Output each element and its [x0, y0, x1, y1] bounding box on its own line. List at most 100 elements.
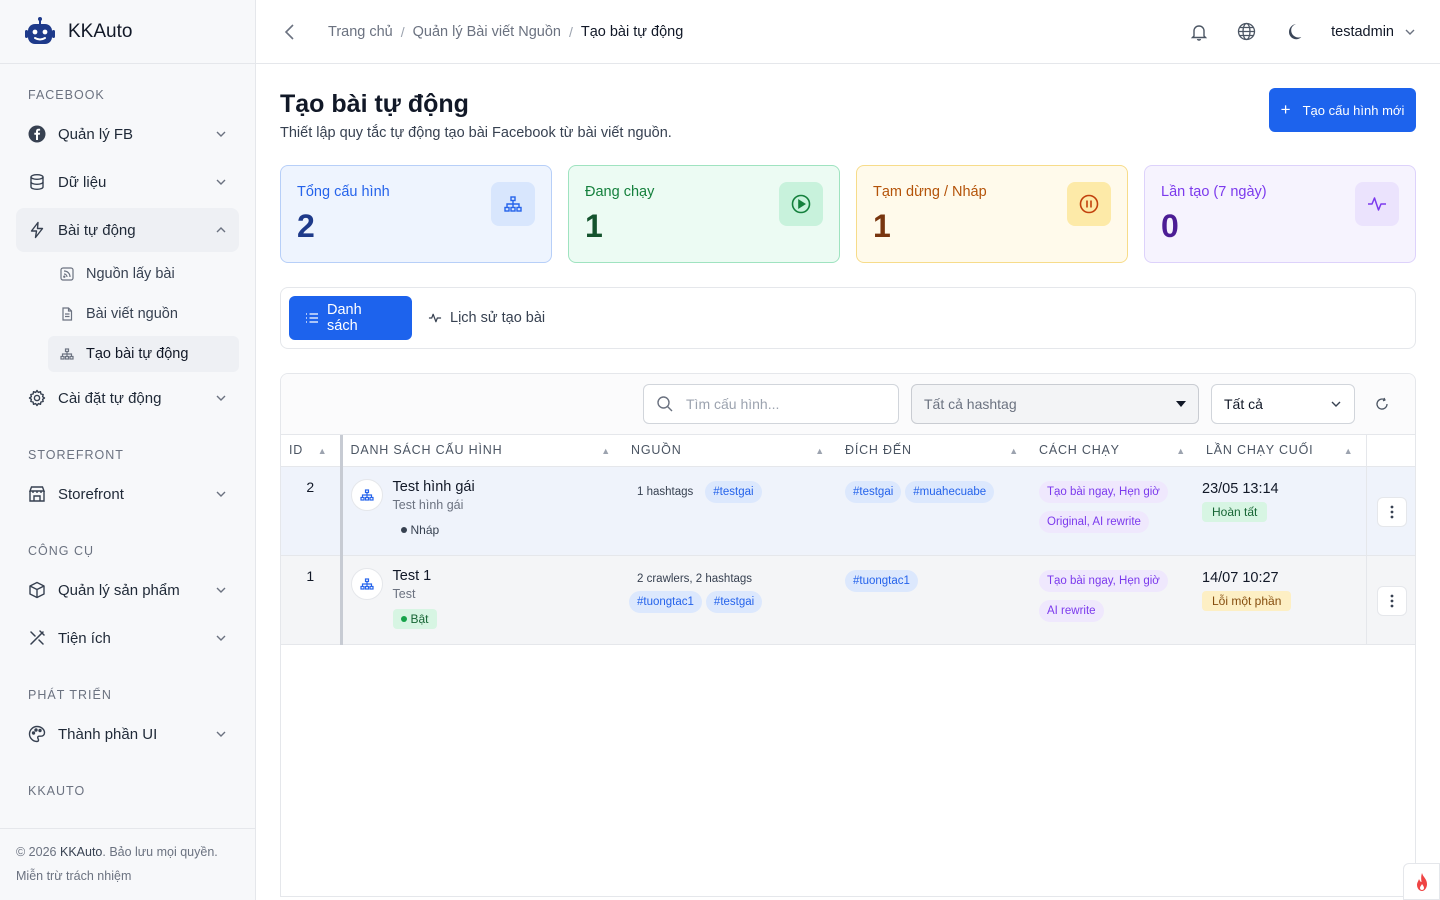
disclaimer-link[interactable]: Miễn trừ trách nhiệm	[16, 869, 239, 883]
new-config-button[interactable]: + Tạo cấu hình mới	[1269, 88, 1416, 132]
sidebar-item-auto-settings[interactable]: Cài đặt tự động	[16, 376, 239, 420]
column-header-label: ID	[289, 443, 304, 458]
section-label-dev: PHÁT TRIỂN	[28, 688, 112, 702]
sidebar-item-label: Bài tự động	[58, 221, 136, 239]
sort-up-icon: ▲	[1343, 446, 1354, 456]
globe-icon[interactable]	[1236, 22, 1256, 42]
run-cell: Tạo bài ngay, Hẹn giờ AI rewrite	[1031, 555, 1198, 645]
sort-up-icon: ▲	[1176, 446, 1186, 456]
result-badge: Hoàn tất	[1202, 501, 1268, 522]
chevron-down-icon	[216, 635, 226, 641]
breadcrumb-separator: /	[568, 23, 573, 40]
sidebar-item-label: Quản lý sản phẩm	[58, 581, 180, 599]
chevron-down-icon	[216, 395, 226, 401]
config-name[interactable]: Test hình gái	[393, 479, 475, 495]
more-vertical-icon[interactable]	[1376, 585, 1407, 616]
copyright-text: . Bảo lưu mọi quyền.	[102, 845, 218, 859]
sort-up-icon: ▲	[815, 446, 825, 456]
breadcrumb-source-posts[interactable]: Quản lý Bài viết Nguồn	[413, 24, 561, 40]
stat-card-running: Đang chạy 1	[568, 165, 840, 263]
config-cell: Test hình gái Test hình gái Nháp	[341, 466, 623, 556]
tab-label: Danh sách	[327, 302, 362, 334]
sidebar-subitem-sources[interactable]: Nguồn lấy bài	[48, 256, 239, 292]
chevron-down-icon	[216, 491, 226, 497]
config-name[interactable]: Test 1	[393, 568, 437, 584]
stat-card-created-7d: Lần tạo (7 ngày) 0	[1144, 165, 1416, 263]
rss-icon	[60, 267, 74, 281]
column-header-last-run[interactable]: LẦN CHẠY CUỐI ▲	[1198, 435, 1366, 467]
column-header-target[interactable]: ĐÍCH ĐẾN ▲	[837, 435, 1031, 467]
hashtag-chip: #testgai	[705, 480, 762, 503]
status-select-value: Tất cả	[1224, 396, 1263, 412]
bell-icon[interactable]	[1189, 22, 1209, 42]
sidebar-item-ui-components[interactable]: Thành phần UI	[16, 712, 239, 756]
file-icon	[60, 307, 74, 321]
sidebar-item-data[interactable]: Dữ liệu	[16, 160, 239, 204]
sidebar: KKAuto FACEBOOK Quản lý FB Dữ liệu Bài t…	[0, 0, 256, 900]
target-cell: #tuongtac1	[837, 555, 1031, 645]
brand[interactable]: KKAuto	[0, 0, 255, 64]
more-vertical-icon[interactable]	[1376, 496, 1407, 527]
status-label: Bật	[410, 611, 429, 626]
hashtag-chip: #testgai	[845, 480, 902, 503]
topbar-actions: testadmin	[1162, 22, 1416, 42]
refresh-icon[interactable]	[1375, 396, 1391, 412]
column-header-source[interactable]: NGUỒN ▲	[623, 435, 837, 467]
table-row[interactable]: 1 Test 1 Test Bật 2 crawlers, 2 hashtags…	[281, 555, 1415, 645]
moon-icon[interactable]	[1283, 22, 1303, 42]
flame-icon[interactable]	[1403, 863, 1440, 900]
sidebar-item-fb[interactable]: Quản lý FB	[16, 112, 239, 156]
config-table-card: Tìm cấu hình... Tất cả hashtag Tất cả ID…	[280, 373, 1416, 897]
sidebar-item-products[interactable]: Quản lý sản phẩm	[16, 568, 239, 612]
user-menu[interactable]: testadmin	[1331, 24, 1416, 40]
sidebar-footer: © 2026 KKAuto. Bảo lưu mọi quyền. Miễn t…	[0, 828, 255, 900]
hashtag-select[interactable]: Tất cả hashtag	[911, 384, 1199, 424]
topbar: Trang chủ / Quản lý Bài viết Nguồn / Tạo…	[256, 0, 1440, 64]
chevron-down-icon	[216, 731, 226, 737]
config-desc: Test	[392, 586, 416, 601]
main-content: Tạo bài tự động Thiết lập quy tắc tự độn…	[280, 64, 1416, 897]
run-mode-chip: Tạo bài ngay, Hẹn giờ	[1039, 480, 1168, 503]
column-header-run[interactable]: CÁCH CHẠY ▲	[1031, 435, 1198, 467]
column-header-label: LẦN CHẠY CUỐI	[1206, 443, 1314, 458]
sidebar-subitem-create-auto[interactable]: Tạo bài tự động	[48, 336, 239, 372]
column-header-config[interactable]: DANH SÁCH CẤU HÌNH ▲	[339, 435, 623, 467]
column-header-label: ĐÍCH ĐẾN	[845, 443, 912, 458]
username: testadmin	[1331, 23, 1394, 40]
sidebar-item-utilities[interactable]: Tiện ích	[16, 616, 239, 660]
target-cell: #testgai #muahecuabe	[837, 466, 1031, 556]
chevron-up-icon	[216, 227, 226, 233]
sidebar-item-auto-post[interactable]: Bài tự động	[16, 208, 239, 252]
sidebar-item-storefront[interactable]: Storefront	[16, 472, 239, 516]
caret-down-icon	[1176, 401, 1186, 407]
status-dot	[400, 526, 407, 533]
copyright-brand[interactable]: KKAuto	[60, 845, 102, 859]
column-header-actions	[1365, 435, 1415, 467]
source-summary: 1 hashtags	[637, 485, 694, 498]
run-cell: Tạo bài ngay, Hẹn giờ Original, AI rewri…	[1031, 466, 1198, 556]
breadcrumb-home[interactable]: Trang chủ	[328, 24, 393, 40]
section-label-facebook: FACEBOOK	[28, 88, 105, 102]
tab-list[interactable]: Danh sách	[289, 296, 412, 340]
sort-up-icon: ▲	[1009, 446, 1019, 456]
sidebar-nav: FACEBOOK Quản lý FB Dữ liệu Bài tự động	[0, 64, 255, 828]
table-row[interactable]: 2 Test hình gái Test hình gái Nháp 1 has…	[281, 466, 1415, 556]
sidebar-item-label: Quản lý FB	[58, 125, 134, 143]
sidebar-item-label: Dữ liệu	[58, 173, 107, 191]
section-label-tools: CÔNG CỤ	[28, 544, 95, 558]
sidebar-subitem-label: Bài viết nguồn	[86, 306, 178, 322]
last-run-cell: 23/05 13:14 Hoàn tất	[1198, 466, 1366, 556]
run-mode-chip: Tạo bài ngay, Hẹn giờ	[1039, 569, 1168, 592]
chevron-down-icon	[1405, 29, 1415, 35]
back-arrow-icon[interactable]	[280, 22, 300, 42]
tab-history[interactable]: Lịch sử tạo bài	[412, 296, 561, 340]
search-input[interactable]: Tìm cấu hình...	[643, 384, 899, 424]
sidebar-subitem-source-posts[interactable]: Bài viết nguồn	[48, 296, 239, 332]
hashtag-chip: #testgai	[705, 590, 763, 613]
activity-icon	[1355, 182, 1399, 226]
sidebar-subitem-label: Tạo bài tự động	[86, 346, 189, 362]
status-select[interactable]: Tất cả	[1211, 384, 1355, 424]
lightning-icon	[28, 221, 46, 239]
column-header-id[interactable]: ID ▲	[281, 435, 341, 467]
last-run-time: 23/05 13:14	[1202, 480, 1279, 497]
